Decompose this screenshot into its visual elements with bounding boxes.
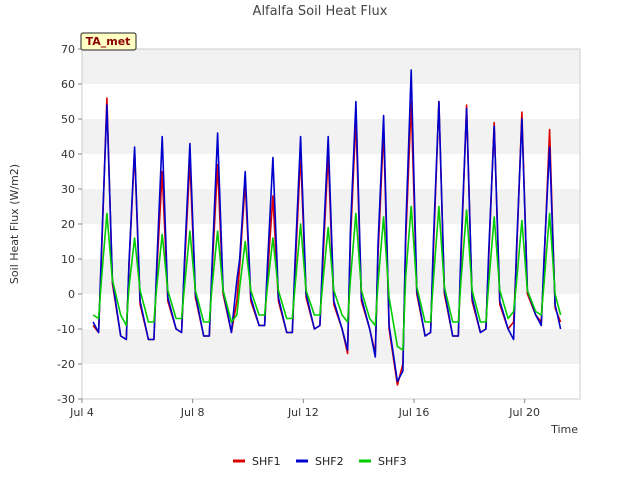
x-tick-label: Jul 8 <box>180 406 205 419</box>
x-axis-label: Time <box>550 423 578 436</box>
legend-label: SHF1 <box>252 455 281 468</box>
legend-label: SHF2 <box>315 455 344 468</box>
x-axis: Jul 4 Jul 8 Jul 12 Jul 16 Jul 20 <box>69 399 540 419</box>
y-tick-label: 30 <box>61 183 75 196</box>
chart-title: Alfalfa Soil Heat Flux <box>253 4 388 19</box>
x-tick-label: Jul 20 <box>508 406 540 419</box>
y-tick-label: 50 <box>61 113 75 126</box>
y-axis: -30 -20 -10 0 10 20 30 40 50 60 70 <box>57 43 82 406</box>
y-tick-label: 60 <box>61 78 75 91</box>
x-tick-label: Jul 4 <box>69 406 94 419</box>
y-tick-label: 20 <box>61 218 75 231</box>
y-tick-label: 40 <box>61 148 75 161</box>
y-tick-label: 0 <box>68 288 75 301</box>
y-tick-label: -20 <box>57 358 75 371</box>
grid-band <box>82 119 580 154</box>
grid-band <box>82 49 580 84</box>
y-tick-label: -30 <box>57 393 75 406</box>
x-tick-label: Jul 12 <box>287 406 319 419</box>
chart: Alfalfa Soil Heat Flux -30 -20 -10 0 10 20 30 4… <box>8 4 581 468</box>
x-tick-label: Jul 16 <box>398 406 430 419</box>
grid-band <box>82 329 580 364</box>
legend: SHF1 SHF2 SHF3 <box>233 455 407 468</box>
legend-label: SHF3 <box>378 455 407 468</box>
y-tick-label: -10 <box>57 323 75 336</box>
badge-label: TA_met <box>86 35 131 48</box>
ta-met-badge: TA_met <box>80 32 137 51</box>
y-axis-label: Soil Heat Flux (W/m2) <box>8 164 21 284</box>
y-tick-label: 70 <box>61 43 75 56</box>
y-tick-label: 10 <box>61 253 75 266</box>
